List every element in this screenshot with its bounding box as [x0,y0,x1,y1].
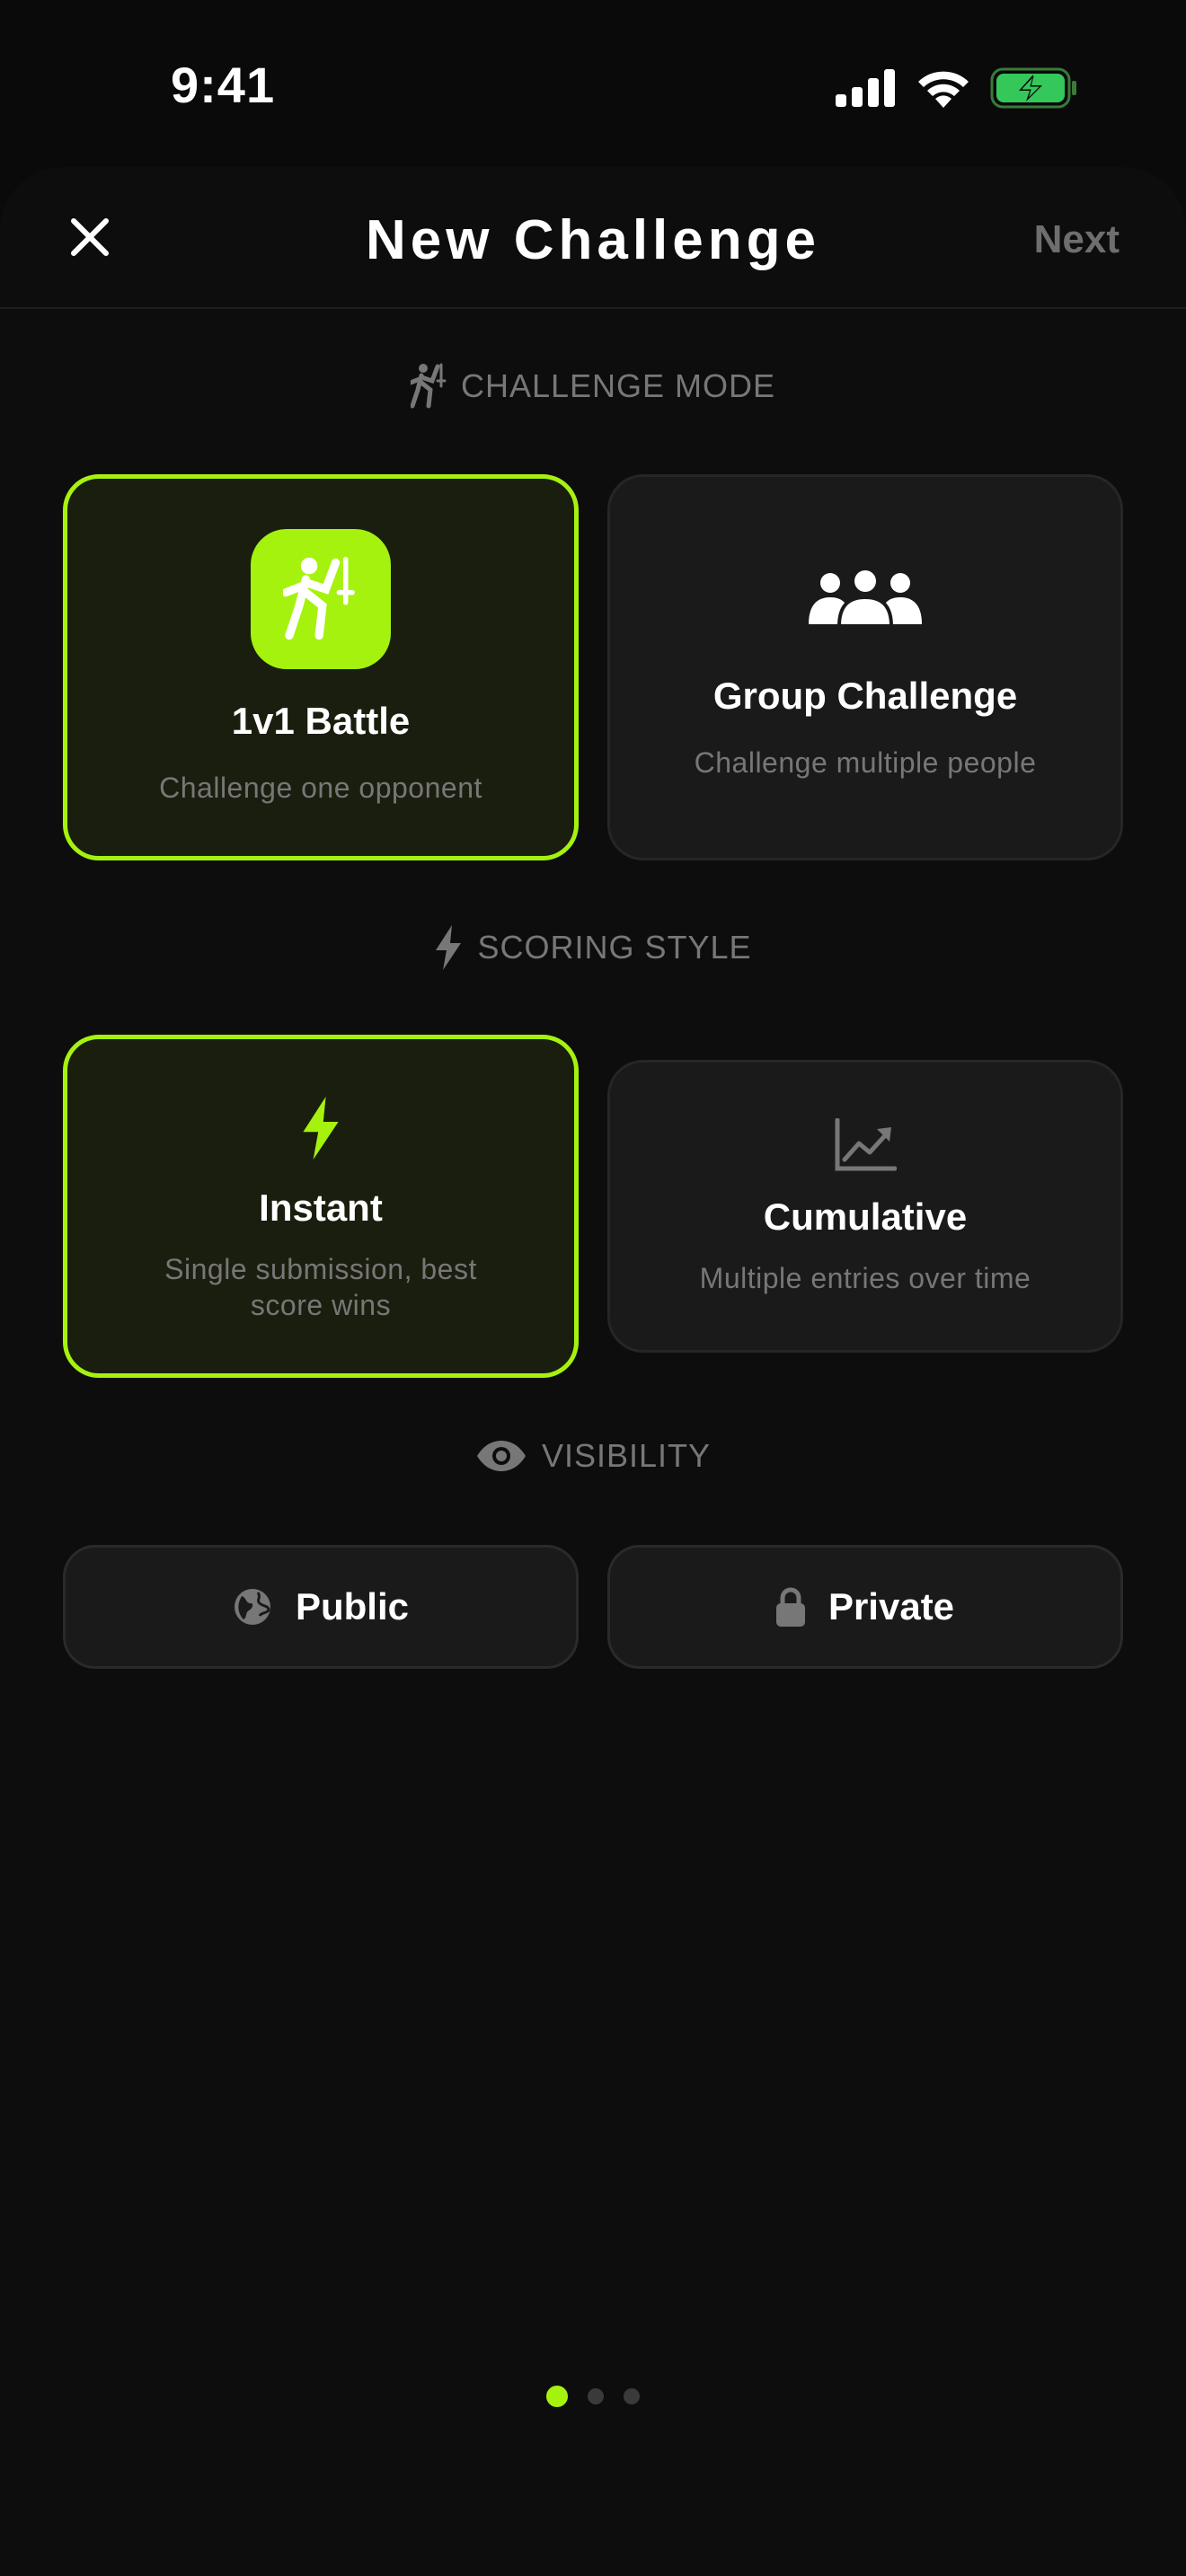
bolt-icon [303,1097,339,1160]
option-title: Group Challenge [712,675,1018,717]
option-subtitle-line-2: score wins [250,1289,392,1321]
challenge-mode-header: CHALLENGE MODE [0,363,1186,410]
visibility-option-private[interactable]: Private [607,1545,1123,1669]
scoring-style-header: SCORING STYLE [0,925,1186,970]
globe-icon [234,1589,270,1625]
chart-icon [835,1118,897,1171]
page-dot-1[interactable] [546,2386,568,2407]
status-icons [836,61,1078,115]
option-title: Cumulative [763,1195,968,1238]
page-title: New Challenge [366,209,820,271]
status-time: 9:41 [171,57,276,113]
page-indicator [0,2386,1186,2407]
new-challenge-sheet: New Challenge Next CHALLENGE MODE 1v1 Ba… [0,167,1186,2576]
option-label: Public [295,1585,410,1628]
lock-icon [775,1587,805,1627]
mode-option-1v1-battle[interactable]: 1v1 Battle Challenge one opponent [63,474,579,860]
battery-charging-icon [990,67,1076,109]
group-icon [809,570,922,628]
option-subtitle: Challenge one opponent [159,772,482,804]
bolt-icon [436,925,462,970]
screen: 9:41 New Challenge Next CHALLENGE MODE 1… [0,0,1186,2576]
option-title: Instant [259,1187,383,1229]
visibility-heading: VISIBILITY [541,1437,712,1474]
option-title: 1v1 Battle [231,700,411,742]
page-dot-2[interactable] [588,2388,604,2404]
next-button[interactable]: Next [1034,217,1120,262]
option-label: Private [828,1585,955,1628]
page-dot-3[interactable] [624,2388,640,2404]
scoring-option-cumulative[interactable]: Cumulative Multiple entries over time [607,1060,1123,1353]
cellular-signal-icon [836,69,895,107]
visibility-header: VISIBILITY [0,1437,1186,1475]
wifi-icon [918,71,969,108]
option-subtitle: Challenge multiple people [694,746,1037,779]
visibility-option-public[interactable]: Public [63,1545,579,1669]
scoring-option-instant[interactable]: Instant Single submission, best score wi… [63,1035,579,1378]
eye-icon [476,1441,526,1471]
fencing-icon [283,556,355,640]
status-bar: 9:41 [0,0,1186,171]
scoring-style-heading: SCORING STYLE [477,929,752,966]
fencing-icon [410,363,447,409]
option-subtitle-line-1: Single submission, best [164,1253,477,1285]
challenge-mode-heading: CHALLENGE MODE [460,367,776,404]
nav-bar: New Challenge Next [0,167,1186,309]
option-subtitle: Multiple entries over time [699,1262,1031,1294]
battle-icon-tile [251,529,391,669]
mode-option-group-challenge[interactable]: Group Challenge Challenge multiple peopl… [607,474,1123,860]
